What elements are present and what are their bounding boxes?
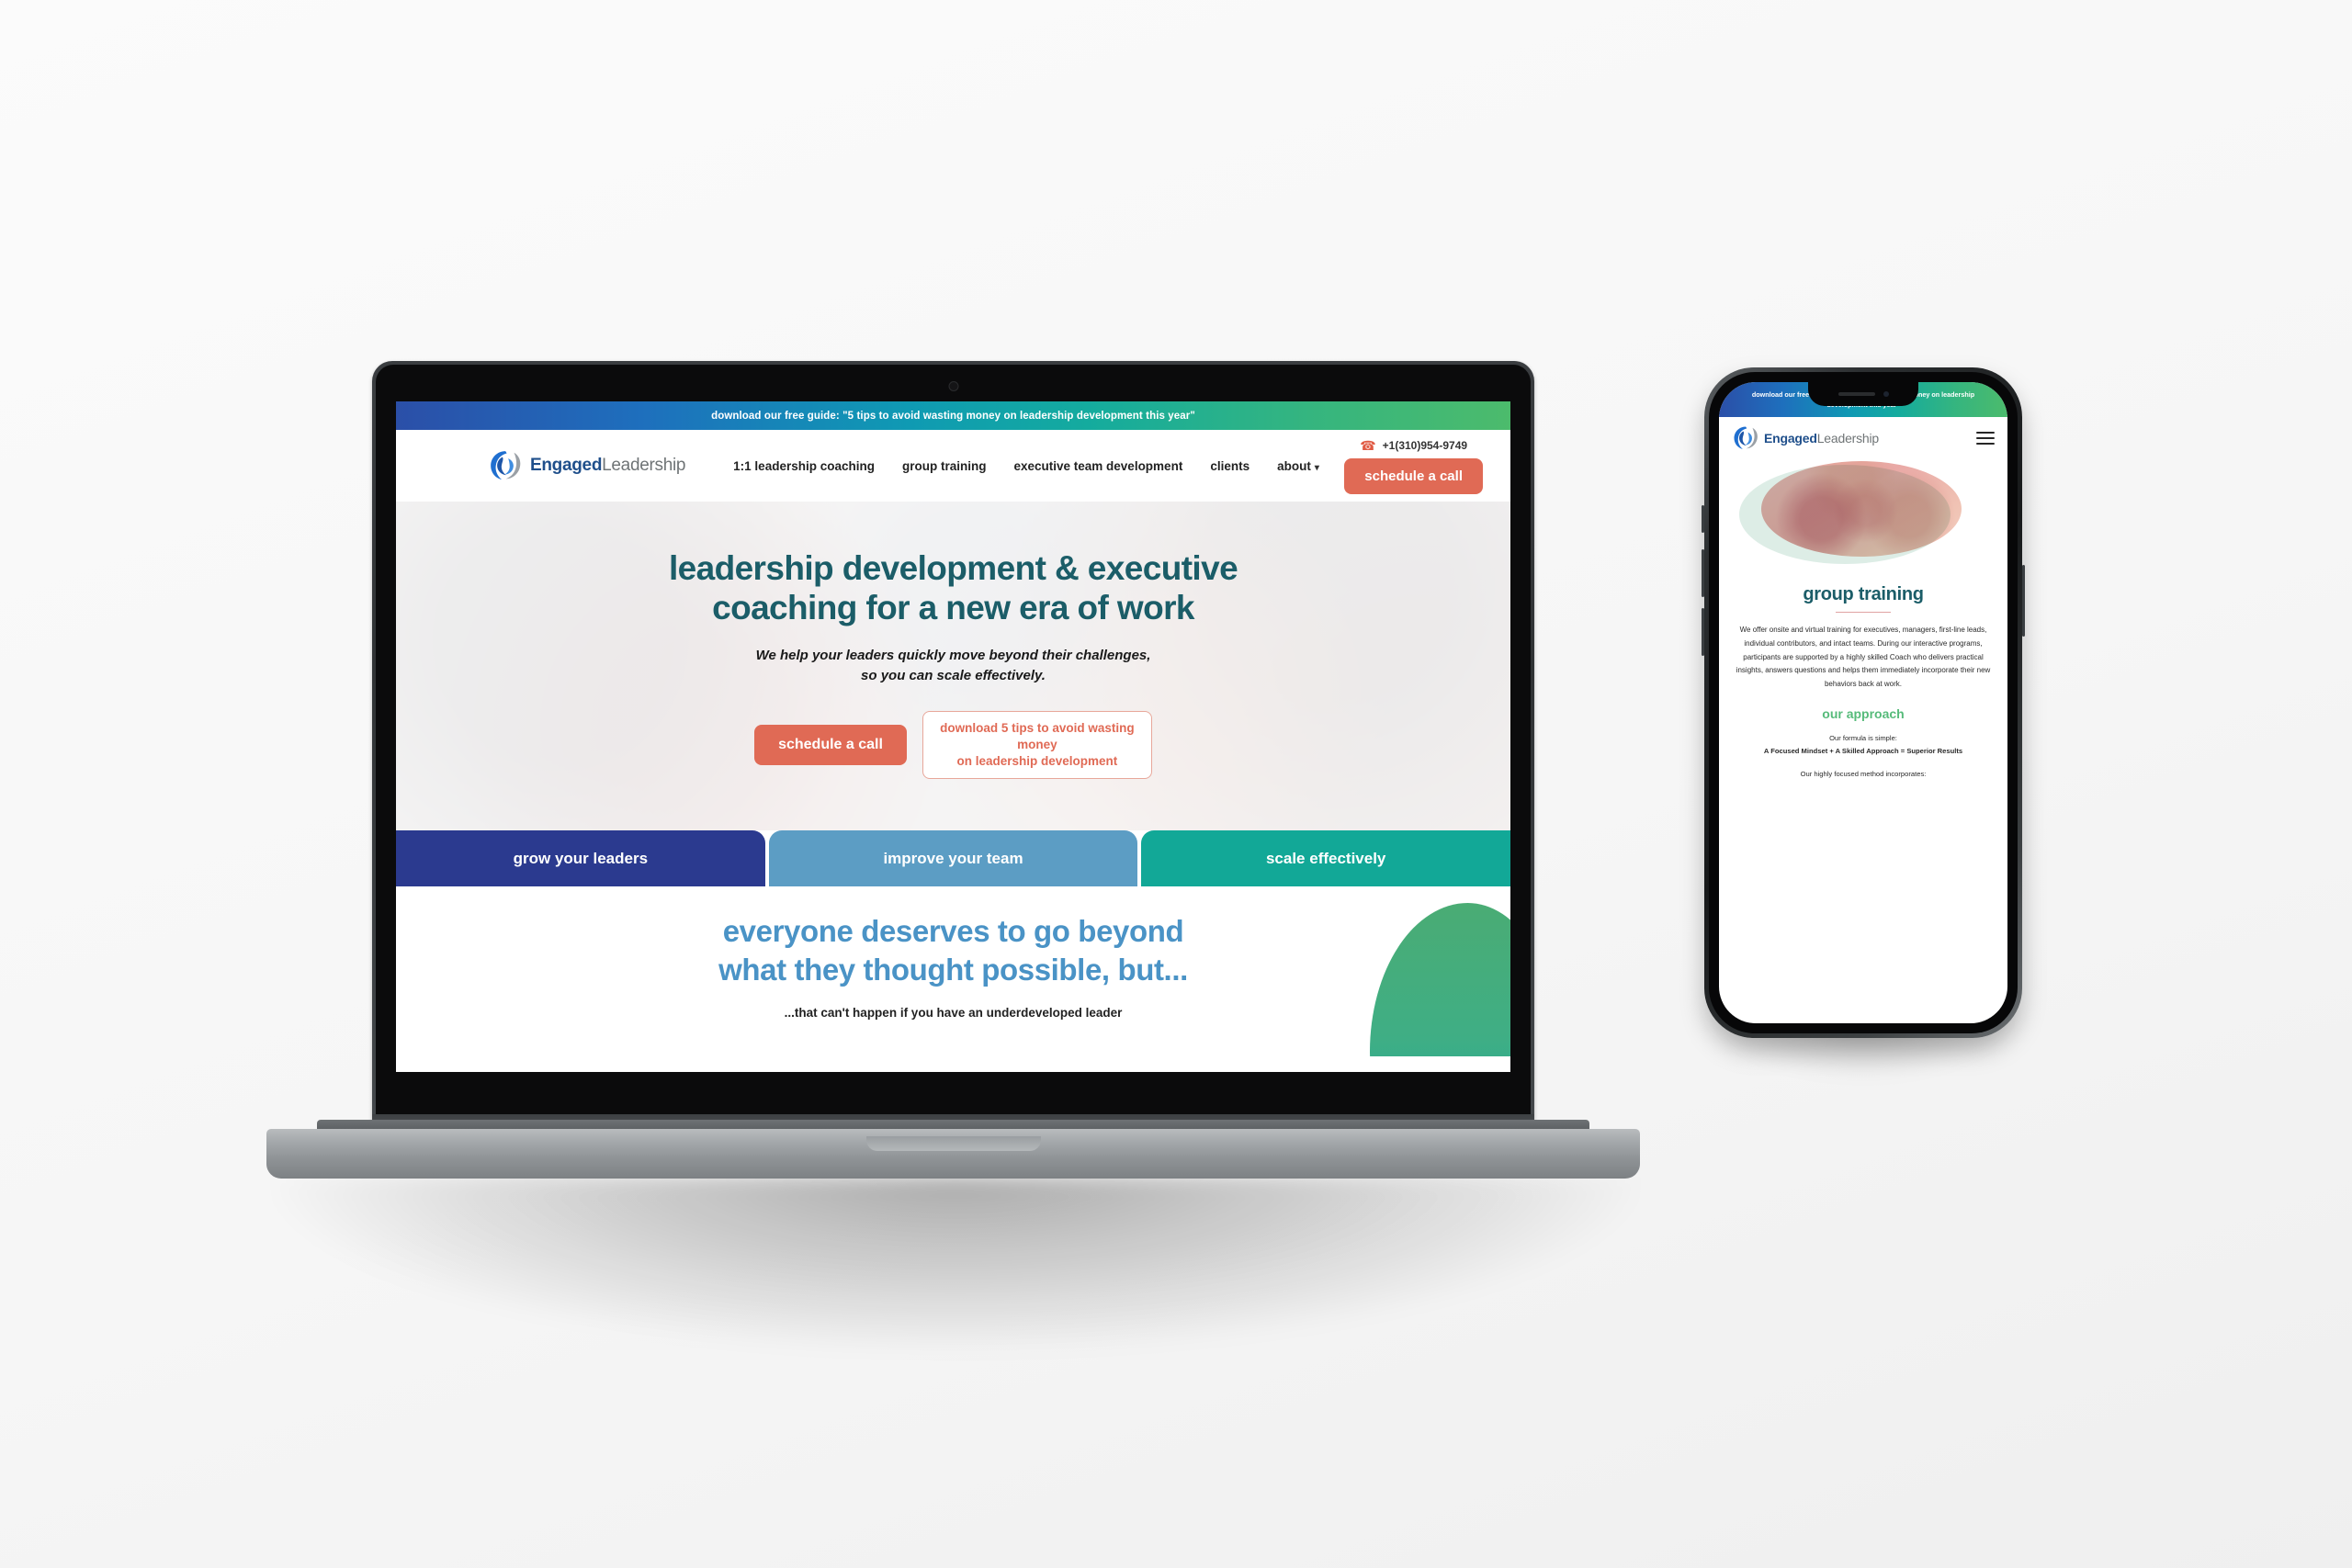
earpiece-speaker-icon: [1838, 392, 1875, 396]
phone-bezel: download our free guide: "5 tips to avoi…: [1709, 372, 2018, 1033]
brand-wordmark: EngagedLeadership: [530, 456, 685, 476]
mobile-page-title: group training: [1803, 583, 1924, 604]
primary-navigation: 1:1 leadership coaching group training e…: [733, 459, 1319, 473]
laptop-bezel: download our free guide: "5 tips to avoi…: [376, 365, 1531, 1129]
pillar-scale-effectively[interactable]: scale effectively: [1141, 830, 1510, 886]
below-fold-headline: everyone deserves to go beyond what they…: [718, 912, 1188, 989]
nav-item-coaching[interactable]: 1:1 leadership coaching: [733, 459, 875, 473]
hero-headline-line1: leadership development & executive: [668, 549, 1238, 587]
nav-item-group-training[interactable]: group training: [902, 459, 987, 473]
mobile-closing-line: Our highly focused method incorporates:: [1800, 770, 1927, 779]
schedule-a-call-button[interactable]: schedule a call: [1344, 457, 1483, 494]
value-pillars: grow your leaders improve your team scal…: [396, 830, 1510, 886]
header-actions: ☎ +1(310)954-9749 schedule a call: [1344, 438, 1483, 494]
mobile-body-copy: We offer onsite and virtual training for…: [1736, 626, 1991, 689]
laptop-device-mockup: download our free guide: "5 tips to avoi…: [266, 361, 1640, 1351]
hero-download-guide-button[interactable]: download 5 tips to avoid wasting money o…: [922, 710, 1152, 780]
header-phone[interactable]: ☎ +1(310)954-9749: [1360, 438, 1467, 454]
hero-subheadline: We help your leaders quickly move beyond…: [755, 647, 1151, 684]
laptop-base: [266, 1129, 1640, 1179]
phone-volume-up-button[interactable]: [1702, 549, 1704, 597]
brand-logo[interactable]: EngagedLeadership: [488, 448, 685, 483]
mobile-brand-wordmark: EngagedLeadership: [1764, 431, 1879, 446]
hero-section: leadership development & executive coach…: [396, 502, 1510, 830]
hero-download-line2: on leadership development: [956, 754, 1118, 769]
nav-item-executive-team-development[interactable]: executive team development: [1013, 459, 1182, 473]
mobile-brand-name-light: Leadership: [1816, 430, 1879, 446]
mobile-formula-intro: Our formula is simple:: [1829, 734, 1897, 743]
phone-icon: ☎: [1360, 437, 1376, 453]
nav-item-about-label: about: [1277, 458, 1311, 473]
phone-device-mockup: download our free guide: "5 tips to avoi…: [1702, 367, 2025, 1079]
laptop-screen: download our free guide: "5 tips to avoi…: [396, 401, 1510, 1072]
below-fold-tagline: ...that can't happen if you have an unde…: [784, 1006, 1123, 1021]
pillar-improve-your-team[interactable]: improve your team: [768, 830, 1138, 886]
below-fold-headline-line1: everyone deserves to go beyond: [722, 914, 1184, 948]
phone-frame: download our free guide: "5 tips to avoi…: [1702, 367, 2025, 1038]
site-header: EngagedLeadership 1:1 leadership coachin…: [396, 430, 1510, 502]
hero-headline-line2: coaching for a new era of work: [712, 588, 1194, 626]
mobile-swirl-logo-icon: [1732, 424, 1759, 452]
mobile-header: EngagedLeadership: [1719, 416, 2007, 459]
hero-headline: leadership development & executive coach…: [669, 549, 1238, 628]
promo-banner[interactable]: download our free guide: "5 tips to avoi…: [396, 401, 1510, 430]
header-phone-number: +1(310)954-9749: [1382, 439, 1468, 452]
phone-power-button[interactable]: [2022, 565, 2025, 637]
brand-name-bold: Engaged: [530, 456, 603, 475]
phone-notch: [1808, 382, 1918, 406]
phone-screen: download our free guide: "5 tips to avoi…: [1719, 382, 2007, 1023]
swirl-logo-icon: [488, 448, 523, 483]
promo-banner-text: download our free guide: "5 tips to avoi…: [711, 410, 1195, 422]
hero-schedule-a-call-button[interactable]: schedule a call: [754, 725, 907, 766]
phone-volume-down-button[interactable]: [1702, 608, 1704, 656]
below-fold-section: everyone deserves to go beyond what they…: [396, 886, 1510, 1056]
mobile-formula-block: Our formula is simple: A Focused Mindset…: [1719, 732, 2007, 757]
pillar-grow-your-leaders[interactable]: grow your leaders: [396, 830, 765, 886]
hero-cta-group: schedule a call download 5 tips to avoid…: [754, 710, 1152, 780]
front-camera-icon: [1883, 391, 1889, 397]
mobile-hero-photo-oval: [1761, 460, 1962, 557]
nav-item-clients[interactable]: clients: [1210, 459, 1250, 473]
mobile-formula-text: A Focused Mindset + A Skilled Approach =…: [1763, 746, 1963, 755]
hamburger-menu-icon[interactable]: [1976, 431, 1995, 445]
nav-item-about[interactable]: about ▾: [1277, 459, 1319, 473]
chevron-down-icon: ▾: [1314, 462, 1319, 473]
laptop-drop-shadow: [276, 1177, 1635, 1351]
hero-download-line1: download 5 tips to avoid wasting money: [940, 720, 1135, 752]
hero-content: leadership development & executive coach…: [396, 549, 1510, 780]
phone-silent-switch[interactable]: [1702, 505, 1704, 533]
decorative-green-blob: [1370, 903, 1510, 1056]
mockup-stage: download our free guide: "5 tips to avoi…: [0, 0, 2352, 1568]
webcam-icon: [948, 381, 958, 391]
mobile-brand-name-bold: Engaged: [1764, 430, 1817, 446]
brand-name-light: Leadership: [602, 456, 686, 475]
below-fold-headline-line2: what they thought possible, but...: [718, 953, 1188, 987]
mobile-hero-image: [1719, 458, 2007, 570]
laptop-lid: download our free guide: "5 tips to avoi…: [372, 361, 1534, 1133]
mobile-approach-heading: our approach: [1822, 706, 1905, 722]
